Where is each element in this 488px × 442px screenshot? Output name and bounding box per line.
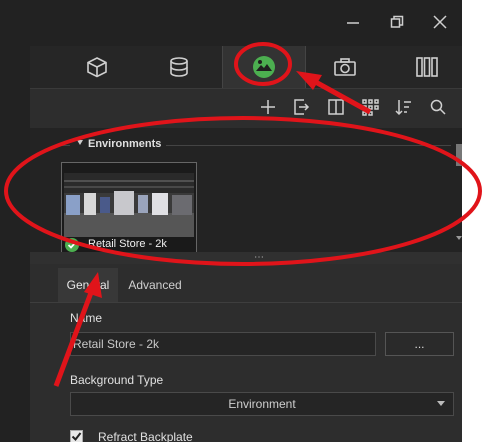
search-button[interactable]: [426, 95, 450, 119]
application-window: Environments Retail Store - 2k ⋯ General…: [0, 0, 462, 442]
add-icon: [261, 100, 275, 114]
splitter-handle-icon: ⋯: [254, 252, 265, 263]
environment-icon: [253, 56, 275, 78]
right-panel: Environments Retail Store - 2k ⋯ General…: [30, 0, 462, 442]
name-field[interactable]: Retail Store - 2k: [70, 332, 376, 356]
thumbnail-label: Retail Store - 2k: [88, 238, 167, 250]
cube-icon: [87, 57, 107, 78]
title-bar: [30, 0, 462, 46]
tab-models[interactable]: [66, 46, 128, 88]
environment-preview-image: [64, 173, 194, 237]
environments-library: Environments Retail Store - 2k: [30, 128, 462, 254]
browse-button[interactable]: ...: [385, 332, 454, 356]
tab-materials[interactable]: [148, 46, 210, 88]
tab-general[interactable]: General: [58, 268, 118, 302]
add-button[interactable]: [256, 95, 280, 119]
background-type-value: Environment: [228, 397, 296, 411]
tab-environments[interactable]: [222, 46, 306, 88]
import-icon: [294, 99, 310, 115]
tab-cameras[interactable]: [314, 46, 376, 88]
sort-icon: [395, 100, 411, 116]
minimize-icon: [347, 22, 359, 24]
background-type-label: Background Type: [70, 373, 164, 387]
material-ball-icon: [170, 57, 188, 77]
restore-button[interactable]: [382, 10, 412, 34]
refract-backplate-label: Refract Backplate: [98, 430, 193, 442]
name-label: Name: [70, 311, 103, 325]
checkmark-icon: [71, 432, 82, 442]
thumbnail-caption: Retail Store - 2k: [62, 237, 196, 253]
restore-icon: [390, 15, 404, 28]
panel-splitter[interactable]: ⋯: [30, 252, 462, 264]
camera-icon: [334, 58, 356, 76]
import-button[interactable]: [289, 95, 313, 119]
library-scrollbar[interactable]: [456, 136, 462, 246]
close-button[interactable]: [425, 10, 455, 34]
panel-layout-icon: [328, 99, 344, 115]
collapse-arrow-icon[interactable]: [77, 140, 83, 145]
tab-advanced[interactable]: Advanced: [124, 268, 186, 302]
section-divider: [60, 145, 70, 146]
panel-layout-button[interactable]: [324, 95, 348, 119]
section-divider: [166, 145, 451, 146]
grid-view-button[interactable]: [358, 95, 382, 119]
search-icon: [430, 99, 446, 115]
library-toolbar: [30, 89, 462, 125]
tab-studios[interactable]: [396, 46, 458, 88]
section-title: Environments: [88, 138, 162, 150]
minimize-button[interactable]: [338, 10, 368, 34]
refract-backplate-checkbox[interactable]: [70, 430, 83, 442]
sort-button[interactable]: [392, 95, 416, 119]
grid-view-icon: [362, 99, 379, 116]
library-tab-bar: [30, 46, 462, 89]
environment-thumbnail[interactable]: Retail Store - 2k: [61, 162, 197, 254]
properties-panel: General Advanced Name Retail Store - 2k …: [30, 264, 462, 442]
left-sidebar-strip: [0, 0, 30, 442]
chevron-down-icon: [437, 401, 445, 406]
studio-icon: [416, 57, 438, 77]
background-type-select[interactable]: Environment: [70, 392, 454, 416]
tabs-underline: [30, 302, 462, 303]
selected-check-icon: [65, 238, 79, 252]
close-icon: [433, 15, 447, 29]
